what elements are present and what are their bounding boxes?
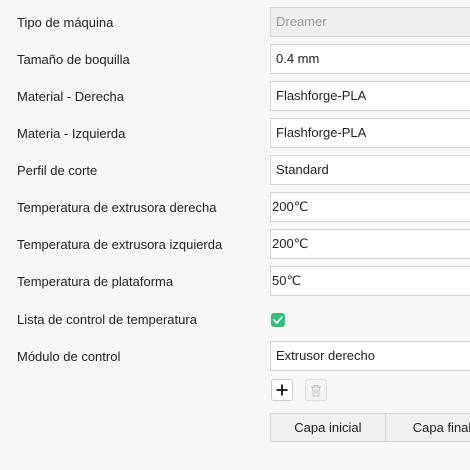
temp-right-extruder-input[interactable]: 200℃ bbox=[270, 192, 470, 222]
material-left-label: Materia - Izquierda bbox=[17, 126, 126, 141]
machine-type-field: Dreamer bbox=[270, 7, 470, 37]
control-module-select[interactable]: Extrusor derecho bbox=[270, 341, 470, 371]
temp-right-extruder-row: Temperatura de extrusora derecha 200℃ bbox=[0, 192, 470, 224]
temp-platform-row: Temperatura de plataforma 50℃ bbox=[0, 266, 470, 298]
slice-profile-label: Perfil de corte bbox=[17, 163, 98, 178]
temp-left-extruder-label: Temperatura de extrusora izquierda bbox=[17, 237, 223, 252]
material-right-label: Material - Derecha bbox=[17, 89, 124, 104]
nozzle-size-select[interactable]: 0.4 mm bbox=[270, 44, 470, 74]
slice-profile-select[interactable]: Standard bbox=[270, 155, 470, 185]
slice-profile-row: Perfil de corte Standard bbox=[0, 155, 470, 187]
machine-type-row: Tipo de máquina Dreamer bbox=[0, 7, 470, 39]
control-module-row: Módulo de control Extrusor derecho bbox=[0, 341, 470, 373]
machine-type-label: Tipo de máquina bbox=[17, 15, 114, 30]
column-header-initial-layer: Capa inicial bbox=[271, 414, 386, 441]
control-module-label: Módulo de control bbox=[17, 349, 121, 364]
temp-control-list-label: Lista de control de temperatura bbox=[17, 312, 197, 327]
temp-left-extruder-row: Temperatura de extrusora izquierda 200℃ bbox=[0, 229, 470, 261]
trash-icon bbox=[311, 384, 321, 396]
nozzle-size-row: Tamaño de boquilla 0.4 mm bbox=[0, 44, 470, 76]
temp-platform-label: Temperatura de plataforma bbox=[17, 274, 174, 289]
column-header-final-layer: Capa final bbox=[412, 420, 470, 435]
temp-control-list-checkbox[interactable] bbox=[271, 313, 285, 327]
temp-left-extruder-input[interactable]: 200℃ bbox=[270, 229, 470, 259]
material-left-row: Materia - Izquierda Flashforge-PLA bbox=[0, 118, 470, 150]
temp-control-list-row: Lista de control de temperatura bbox=[0, 304, 470, 336]
material-right-row: Material - Derecha Flashforge-PLA bbox=[0, 81, 470, 113]
checkmark-icon bbox=[273, 316, 283, 324]
delete-button[interactable] bbox=[305, 379, 327, 401]
plus-icon bbox=[276, 384, 288, 396]
add-button[interactable] bbox=[271, 379, 293, 401]
temp-right-extruder-label: Temperatura de extrusora derecha bbox=[17, 200, 217, 215]
temp-platform-input[interactable]: 50℃ bbox=[270, 266, 470, 296]
material-right-select[interactable]: Flashforge-PLA bbox=[270, 81, 470, 111]
nozzle-size-label: Tamaño de boquilla bbox=[17, 52, 130, 67]
material-left-select[interactable]: Flashforge-PLA bbox=[270, 118, 470, 148]
temperature-table-header: Capa inicial Capa final bbox=[270, 413, 470, 442]
